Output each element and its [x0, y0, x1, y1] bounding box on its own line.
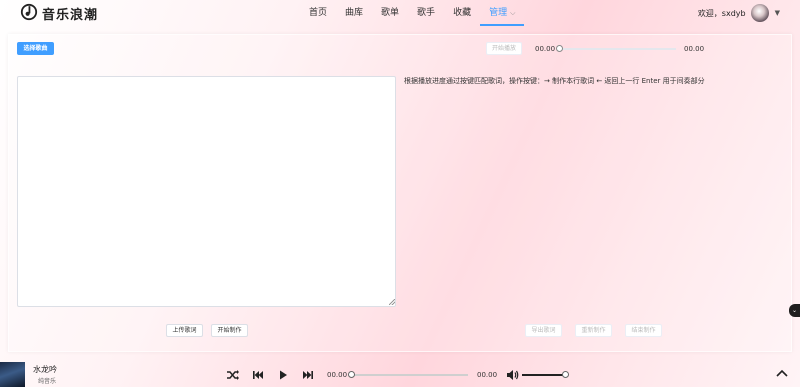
side-toggle-chevron-icon[interactable]: ⌄	[789, 304, 800, 317]
song-artist[interactable]: 纯音乐	[38, 376, 56, 385]
player-total-time: 00.00	[477, 371, 498, 379]
editor-total-time: 00.00	[684, 45, 705, 53]
shuffle-icon[interactable]	[226, 369, 240, 381]
nav-item-library[interactable]: 曲库	[336, 0, 372, 26]
start-making-button[interactable]: 开始制作	[211, 324, 248, 337]
welcome-text: 欢迎，sxdyb	[697, 8, 746, 18]
chevron-up-icon[interactable]	[776, 367, 788, 380]
nav-item-favorites[interactable]: 收藏	[444, 0, 480, 26]
play-icon[interactable]	[278, 369, 288, 381]
upload-lyrics-button[interactable]: 上传歌词	[166, 324, 203, 337]
user-menu[interactable]: 欢迎，sxdyb ▼	[698, 4, 780, 22]
nav-item-home[interactable]: 首页	[300, 0, 336, 26]
volume-icon[interactable]	[506, 369, 519, 381]
caret-down-icon[interactable]: ▼	[775, 9, 780, 17]
nav-item-playlists[interactable]: 歌单	[372, 0, 408, 26]
player-progress-handle[interactable]	[348, 371, 355, 378]
start-play-button[interactable]: 开始播放	[486, 42, 522, 55]
song-title[interactable]: 水龙吟	[33, 364, 57, 375]
main-nav: 首页 曲库 歌单 歌手 收藏 管理 ⌵	[300, 0, 525, 26]
nav-item-admin-label: 管理	[489, 8, 508, 18]
player-current-time: 00.00	[327, 371, 348, 379]
volume-slider-handle[interactable]	[562, 371, 569, 378]
chevron-down-icon: ⌵	[510, 9, 516, 17]
finish-making-button[interactable]: 结束制作	[625, 324, 662, 337]
editor-progress-track[interactable]	[560, 48, 676, 50]
editor-progress-handle[interactable]	[556, 45, 563, 52]
skip-next-icon[interactable]	[302, 369, 314, 381]
remake-button[interactable]: 重新制作	[575, 324, 612, 337]
app-logo[interactable]: 音乐浪潮	[20, 3, 98, 23]
top-nav-bar: 音乐浪潮 首页 曲库 歌单 歌手 收藏 管理 ⌵ 欢迎，sxdyb ▼	[0, 0, 800, 28]
resize-grip-icon[interactable]	[389, 299, 395, 305]
nav-item-singers[interactable]: 歌手	[408, 0, 444, 26]
instruction-text: 根据播放进度通过按键匹配歌词，操作按键：→ 制作本行歌词 ← 返回上一行 Ent…	[404, 77, 705, 85]
player-progress-track[interactable]	[352, 374, 468, 376]
album-cover[interactable]	[0, 362, 25, 387]
select-song-button[interactable]: 选择歌曲	[17, 42, 54, 55]
lyrics-textarea[interactable]	[17, 76, 396, 307]
volume-slider-track[interactable]	[522, 374, 566, 376]
avatar[interactable]	[750, 4, 769, 22]
editor-current-time: 00.00	[535, 45, 556, 53]
app-name: 音乐浪潮	[42, 7, 99, 23]
music-note-icon	[20, 3, 38, 23]
skip-previous-icon[interactable]	[252, 369, 264, 381]
nav-item-admin[interactable]: 管理 ⌵	[480, 0, 525, 26]
export-lyrics-button[interactable]: 导出歌词	[525, 324, 562, 337]
